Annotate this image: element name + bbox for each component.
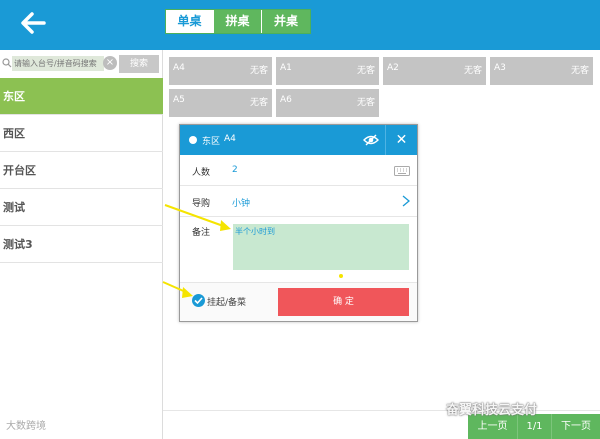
table-card[interactable]: A2 无客	[383, 57, 486, 85]
status-dot-icon	[189, 136, 197, 144]
guide-value: 小钟	[232, 199, 251, 209]
dialog-footer: 挂起/备菜 确 定	[180, 282, 417, 321]
table-name: A4	[173, 63, 185, 73]
people-row: 人数 2	[180, 155, 417, 186]
next-page-button[interactable]: 下一页	[552, 414, 600, 439]
people-label: 人数	[192, 168, 211, 178]
clear-search-icon[interactable]: ×	[103, 56, 117, 70]
close-button[interactable]: ✕	[385, 125, 417, 155]
tab-merge-table[interactable]: 并桌	[262, 10, 310, 33]
table-name: A5	[173, 95, 185, 105]
table-status: 无客	[463, 66, 482, 76]
table-status: 无客	[249, 66, 268, 76]
area-item-east[interactable]: 东区	[0, 78, 163, 115]
dialog-table-name: A4	[224, 134, 236, 144]
table-card[interactable]: A6 无客	[276, 89, 379, 117]
table-status: 无客	[249, 98, 268, 108]
check-icon	[194, 297, 203, 305]
keyboard-icon[interactable]	[394, 166, 410, 176]
area-list: 东区 西区 开台区 测试 测试3	[0, 78, 163, 263]
eye-hidden-icon[interactable]	[363, 133, 379, 147]
watermark-left: 大数跨境	[6, 421, 46, 432]
table-status: 无客	[570, 66, 589, 76]
confirm-button[interactable]: 确 定	[278, 288, 409, 316]
search-bar: × 搜索	[0, 53, 163, 75]
top-bar: 单桌 拼桌 并桌	[0, 0, 600, 50]
area-item-test[interactable]: 测试	[0, 189, 163, 226]
table-card[interactable]: A4 无客	[169, 57, 272, 85]
area-sidebar: × 搜索 东区 西区 开台区 测试 测试3	[0, 50, 163, 439]
area-item-open-table[interactable]: 开台区	[0, 152, 163, 189]
search-input[interactable]	[12, 56, 104, 71]
table-card[interactable]: A1 无客	[276, 57, 379, 85]
back-arrow-icon[interactable]	[18, 8, 48, 38]
search-button[interactable]: 搜索	[119, 55, 159, 73]
hold-checkbox[interactable]	[192, 294, 205, 307]
search-icon	[2, 58, 12, 68]
dialog-area-name: 东区	[202, 137, 221, 147]
guide-row[interactable]: 导购 小钟	[180, 186, 417, 217]
note-textarea[interactable]: 半个小时到	[233, 224, 409, 270]
open-table-dialog: 东区 A4 ✕ 人数 2 导购 小钟 备注 半个小时到 挂起/备菜 确 定	[179, 124, 418, 322]
dialog-header: 东区 A4 ✕	[180, 125, 417, 155]
table-name: A1	[280, 63, 292, 73]
watermark-right: 奋翼科技云支付	[446, 403, 538, 418]
note-label: 备注	[192, 228, 211, 238]
table-name: A3	[494, 63, 506, 73]
table-status: 无客	[356, 66, 375, 76]
tab-share-table[interactable]: 拼桌	[214, 10, 262, 33]
area-item-test3[interactable]: 测试3	[0, 226, 163, 263]
table-name: A2	[387, 63, 399, 73]
table-card[interactable]: A5 无客	[169, 89, 272, 117]
table-status: 无客	[356, 98, 375, 108]
hold-label: 挂起/备菜	[207, 298, 247, 308]
table-card[interactable]: A3 无客	[490, 57, 593, 85]
table-name: A6	[280, 95, 292, 105]
people-input[interactable]: 2	[232, 165, 238, 175]
area-item-west[interactable]: 西区	[0, 115, 163, 152]
table-mode-tabs: 单桌 拼桌 并桌	[165, 9, 311, 34]
chevron-right-icon	[402, 195, 410, 207]
tab-single-table[interactable]: 单桌	[166, 10, 214, 33]
guide-label: 导购	[192, 199, 211, 209]
